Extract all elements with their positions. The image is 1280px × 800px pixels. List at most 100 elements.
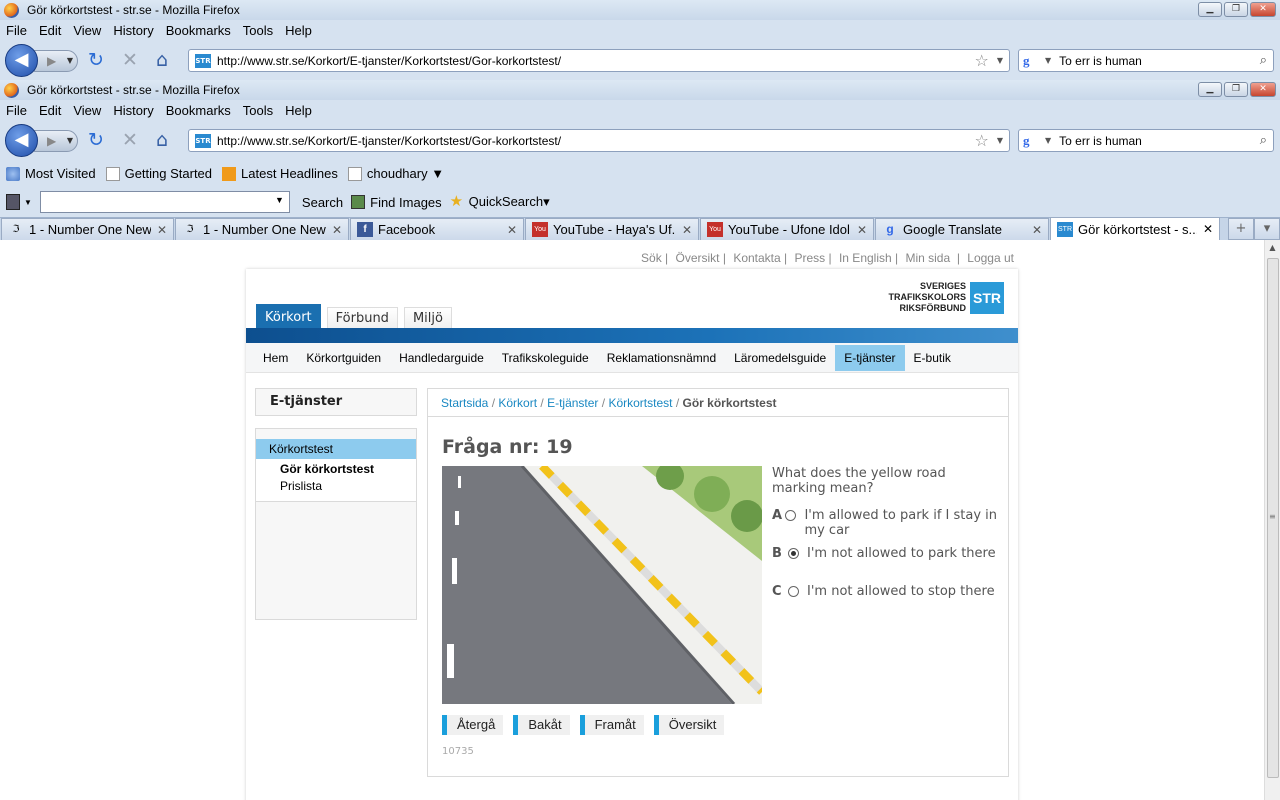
menu-edit[interactable]: Edit	[39, 103, 61, 118]
film-icon[interactable]	[6, 194, 20, 210]
menu-history[interactable]: History	[113, 23, 153, 38]
quicksearch-button[interactable]: ★ QuickSearch▾	[450, 194, 550, 210]
url-dropdown-icon[interactable]: ▼	[997, 136, 1003, 145]
search-engine-dropdown-icon[interactable]: ▼	[1045, 136, 1051, 145]
google-icon[interactable]: g	[1023, 133, 1041, 149]
menu-edit[interactable]: Edit	[39, 23, 61, 38]
close-window-button[interactable]: ✕	[1250, 82, 1276, 97]
google-icon[interactable]: g	[1023, 53, 1041, 69]
stop-icon[interactable]: ✕	[122, 130, 138, 150]
bookmark-latest-headlines[interactable]: Latest Headlines	[222, 166, 338, 181]
search-engine-dropdown-icon[interactable]: ▼	[1045, 56, 1051, 65]
option-radio-a[interactable]	[785, 510, 797, 521]
close-tab-icon[interactable]: ✕	[332, 223, 342, 237]
subnav-e-tjanster[interactable]: E-tjänster	[835, 344, 905, 371]
menu-file[interactable]: File	[6, 23, 27, 38]
subnav-laromedelsguide[interactable]: Läromedelsguide	[725, 345, 835, 371]
back-button[interactable]: ◀	[5, 44, 38, 77]
search-icon[interactable]: ⌕	[1260, 133, 1267, 148]
bookmark-choudhary[interactable]: choudhary ▼	[347, 166, 444, 181]
search-input[interactable]: To err is human	[1059, 134, 1260, 148]
close-tab-icon[interactable]: ✕	[507, 223, 517, 237]
url-text[interactable]: http://www.str.se/Korkort/E-tjanster/Kor…	[217, 54, 975, 68]
chevron-down-icon[interactable]: ▼	[275, 195, 284, 205]
back-button[interactable]: ◀	[5, 124, 38, 157]
subnav-reklamationsnamnd[interactable]: Reklamationsnämnd	[598, 345, 725, 371]
minimize-button[interactable]: ▁	[1198, 2, 1222, 17]
menu-help[interactable]: Help	[285, 103, 312, 118]
framat-button[interactable]: Framåt	[579, 715, 644, 735]
forward-button[interactable]: ▶ ▼	[34, 50, 78, 72]
sidebar-item-gor-korkortstest[interactable]: Gör körkortstest	[256, 459, 416, 477]
search-bar[interactable]: g ▼ To err is human ⌕	[1018, 49, 1274, 72]
answer-option-b[interactable]: B I'm not allowed to park there	[772, 546, 1002, 561]
atergå-button[interactable]: Återgå	[442, 715, 504, 735]
sidebar-item-korkortstest[interactable]: Körkortstest	[256, 439, 416, 459]
str-logo[interactable]: SVERIGES TRAFIKSKOLORS RIKSFÖRBUND STR	[889, 281, 1004, 314]
find-images-button[interactable]: Find Images	[351, 195, 442, 210]
url-bar[interactable]: STR http://www.str.se/Korkort/E-tjanster…	[188, 129, 1010, 152]
util-link-press[interactable]: Press	[794, 251, 825, 265]
menu-tools[interactable]: Tools	[243, 23, 273, 38]
bookmark-star-icon[interactable]: ☆	[975, 51, 989, 70]
menu-view[interactable]: View	[73, 23, 101, 38]
breadcrumb-korkort[interactable]: Körkort	[498, 396, 537, 410]
tab-number-one-2[interactable]: ℑ 1 - Number One New... ✕	[175, 218, 349, 240]
scroll-up-icon[interactable]: ▲	[1265, 240, 1280, 256]
url-bar[interactable]: STR http://www.str.se/Korkort/E-tjanster…	[188, 49, 1010, 72]
url-dropdown-icon[interactable]: ▼	[997, 56, 1003, 65]
stop-icon[interactable]: ✕	[122, 50, 138, 70]
toolbar-search-combo[interactable]: ▼	[39, 191, 290, 213]
close-tab-icon[interactable]: ✕	[857, 223, 867, 237]
home-icon[interactable]: ⌂	[156, 50, 168, 70]
new-tab-icon[interactable]: +	[1228, 218, 1254, 240]
util-link-kontakta[interactable]: Kontakta	[733, 251, 780, 265]
search-icon[interactable]: ⌕	[1260, 53, 1267, 68]
toolbar-search-button[interactable]: Search	[302, 195, 343, 210]
bookmark-getting-started[interactable]: Getting Started	[105, 166, 212, 181]
subnav-handledarguide[interactable]: Handledarguide	[390, 345, 493, 371]
subnav-korkortguiden[interactable]: Körkortguiden	[297, 345, 390, 371]
close-tab-icon[interactable]: ✕	[682, 223, 692, 237]
menu-history[interactable]: History	[113, 103, 153, 118]
breadcrumb-startsida[interactable]: Startsida	[441, 396, 488, 410]
search-bar[interactable]: g ▼ To err is human ⌕	[1018, 129, 1274, 152]
option-radio-c[interactable]	[788, 586, 799, 597]
menu-file[interactable]: File	[6, 103, 27, 118]
breadcrumb-korkortstest[interactable]: Körkortstest	[608, 396, 672, 410]
home-icon[interactable]: ⌂	[156, 130, 168, 150]
menu-bookmarks[interactable]: Bookmarks	[166, 23, 231, 38]
bakat-button[interactable]: Bakåt	[513, 715, 570, 735]
subnav-e-butik[interactable]: E-butik	[905, 345, 960, 371]
restore-button[interactable]: ❐	[1224, 2, 1248, 17]
tab-youtube-ufone[interactable]: You YouTube - Ufone Idol... ✕	[700, 218, 874, 240]
breadcrumb-e-tjanster[interactable]: E-tjänster	[547, 396, 598, 410]
tab-youtube-haya[interactable]: You YouTube - Haya's Uf... ✕	[525, 218, 699, 240]
answer-option-c[interactable]: C I'm not allowed to stop there	[772, 584, 1002, 599]
close-window-button[interactable]: ✕	[1250, 2, 1276, 17]
bookmark-star-icon[interactable]: ☆	[975, 131, 989, 150]
tab-number-one-1[interactable]: ℑ 1 - Number One New... ✕	[1, 218, 174, 240]
tab-facebook[interactable]: f Facebook ✕	[350, 218, 524, 240]
tab-korkort[interactable]: Körkort	[256, 304, 321, 331]
menu-bookmarks[interactable]: Bookmarks	[166, 103, 231, 118]
sidebar-item-prislista[interactable]: Prislista	[256, 477, 416, 495]
close-tab-icon[interactable]: ✕	[1032, 223, 1042, 237]
close-tab-icon[interactable]: ✕	[1203, 222, 1213, 236]
close-tab-icon[interactable]: ✕	[157, 223, 167, 237]
util-link-sok[interactable]: Sök	[641, 251, 662, 265]
reload-icon[interactable]: ↻	[88, 130, 104, 150]
util-link-min-sida[interactable]: Min sida	[905, 251, 950, 265]
vertical-scrollbar[interactable]: ▲ ≡	[1264, 240, 1280, 800]
util-link-in-english[interactable]: In English	[839, 251, 892, 265]
answer-option-a[interactable]: A I'm allowed to park if I stay in my ca…	[772, 508, 1002, 538]
oversikt-button[interactable]: Översikt	[653, 715, 725, 735]
chevron-down-icon[interactable]: ▼	[24, 198, 32, 207]
option-radio-b[interactable]	[788, 548, 799, 559]
menu-help[interactable]: Help	[285, 23, 312, 38]
search-input[interactable]: To err is human	[1059, 54, 1260, 68]
tab-list-icon[interactable]: ▾	[1254, 218, 1280, 240]
menu-view[interactable]: View	[73, 103, 101, 118]
util-link-logga-ut[interactable]: Logga ut	[967, 251, 1014, 265]
tab-gor-korkortstest[interactable]: STR Gör körkortstest - s... ✕	[1050, 217, 1220, 240]
